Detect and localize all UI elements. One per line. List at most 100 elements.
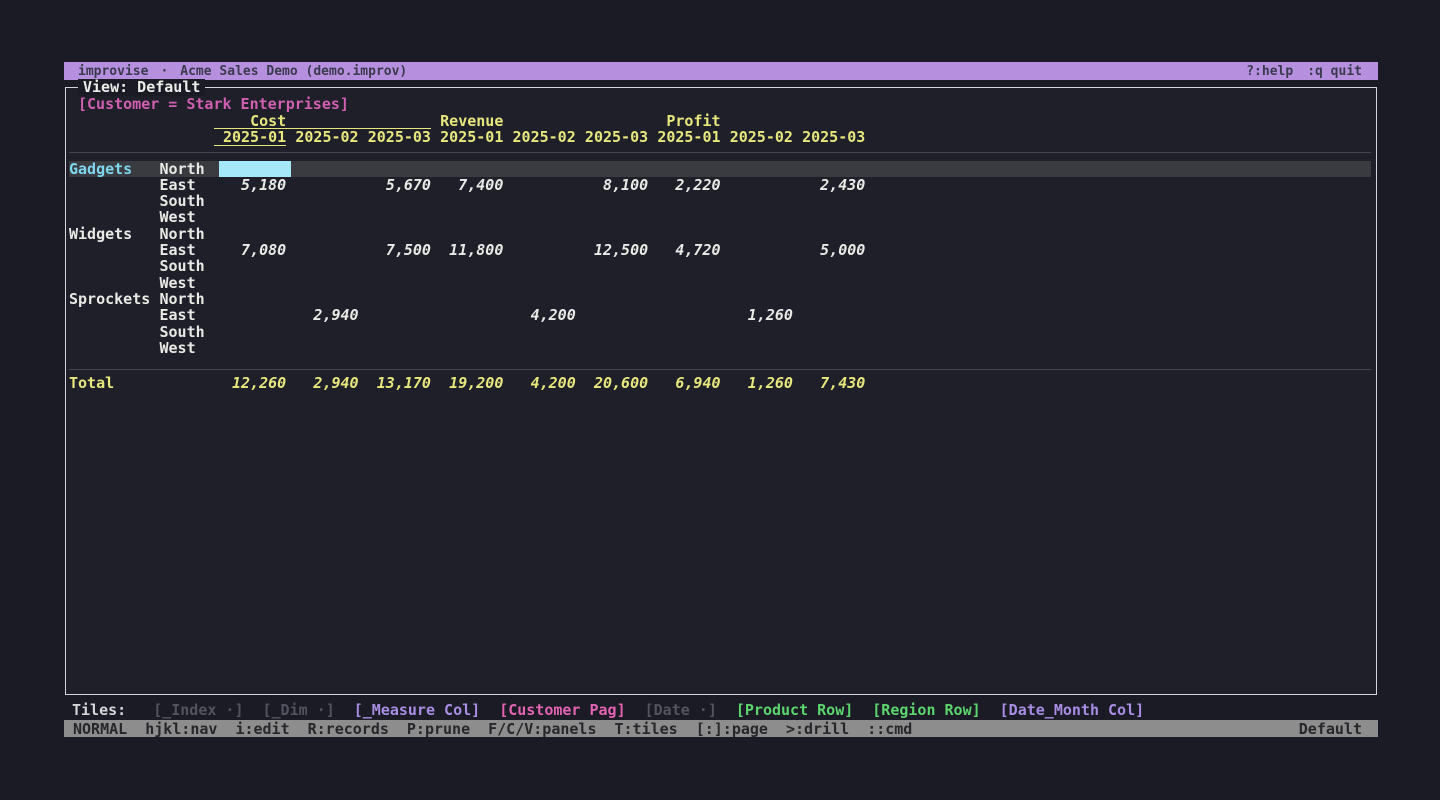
month-header-cell[interactable]: 2025-01: [648, 129, 720, 145]
month-header-cell[interactable]: 2025-03: [359, 129, 431, 145]
value-cell[interactable]: [576, 226, 648, 242]
table-row[interactable]: South: [69, 193, 1371, 209]
value-cell[interactable]: [359, 324, 431, 340]
value-cell[interactable]: [431, 193, 503, 209]
value-cell[interactable]: [359, 226, 431, 242]
value-cell[interactable]: [286, 209, 358, 225]
value-cell[interactable]: [576, 291, 648, 307]
measure-header-revenue[interactable]: Revenue: [431, 113, 648, 129]
value-cell[interactable]: [793, 161, 865, 177]
value-cell[interactable]: [721, 258, 793, 274]
value-cell[interactable]: 5,000: [793, 242, 865, 258]
value-cell[interactable]: [576, 307, 648, 323]
value-cell[interactable]: [793, 291, 865, 307]
value-cell[interactable]: 2,430: [793, 177, 865, 193]
value-cell[interactable]: [286, 177, 358, 193]
value-cell[interactable]: [721, 177, 793, 193]
value-cell[interactable]: [286, 161, 358, 177]
value-cell[interactable]: [503, 291, 575, 307]
value-cell[interactable]: [503, 258, 575, 274]
value-cell[interactable]: [648, 193, 720, 209]
value-cell[interactable]: 8,100: [576, 177, 648, 193]
table-row[interactable]: South: [69, 258, 1371, 274]
value-cell[interactable]: 7,400: [431, 177, 503, 193]
value-cell[interactable]: [648, 340, 720, 356]
value-cell[interactable]: [648, 307, 720, 323]
table-row[interactable]: East7,0807,50011,80012,5004,7205,000: [69, 242, 1371, 258]
value-cell[interactable]: [793, 193, 865, 209]
value-cell[interactable]: [431, 209, 503, 225]
value-cell[interactable]: [576, 340, 648, 356]
value-cell[interactable]: [214, 275, 286, 291]
value-cell[interactable]: [648, 226, 720, 242]
value-cell[interactable]: 12,500: [576, 242, 648, 258]
value-cell[interactable]: [214, 291, 286, 307]
table-row[interactable]: GadgetsNorth: [69, 161, 1371, 177]
value-cell[interactable]: [286, 242, 358, 258]
value-cell[interactable]: [286, 226, 358, 242]
tile-datemonthcol[interactable]: [Date_Month Col]: [1000, 701, 1145, 719]
value-cell[interactable]: 2,220: [648, 177, 720, 193]
value-cell[interactable]: [576, 209, 648, 225]
value-cell[interactable]: [793, 307, 865, 323]
month-header-cell[interactable]: 2025-02: [286, 129, 358, 145]
value-cell[interactable]: [359, 307, 431, 323]
table-row[interactable]: SprocketsNorth: [69, 291, 1371, 307]
month-header-cell[interactable]: 2025-03: [576, 129, 648, 145]
value-cell[interactable]: [503, 242, 575, 258]
value-cell[interactable]: [503, 275, 575, 291]
value-cell[interactable]: [648, 258, 720, 274]
month-header-cell[interactable]: 2025-01: [214, 129, 286, 145]
value-cell[interactable]: 7,500: [359, 242, 431, 258]
value-cell[interactable]: [286, 275, 358, 291]
tile-dim[interactable]: [_Dim ·]: [263, 701, 335, 719]
value-cell[interactable]: [286, 324, 358, 340]
value-cell[interactable]: [648, 275, 720, 291]
table-row[interactable]: East5,1805,6707,4008,1002,2202,430: [69, 177, 1371, 193]
value-cell[interactable]: [648, 209, 720, 225]
value-cell[interactable]: [721, 324, 793, 340]
table-row[interactable]: WidgetsNorth: [69, 226, 1371, 242]
value-cell[interactable]: 1,260: [721, 307, 793, 323]
value-cell[interactable]: [793, 226, 865, 242]
value-cell[interactable]: [793, 258, 865, 274]
tile-date[interactable]: [Date ·]: [645, 701, 717, 719]
value-cell[interactable]: [503, 193, 575, 209]
value-cell[interactable]: [721, 209, 793, 225]
value-cell[interactable]: [214, 209, 286, 225]
selected-cell[interactable]: [219, 161, 291, 177]
value-cell[interactable]: [431, 226, 503, 242]
value-cell[interactable]: [503, 340, 575, 356]
tile-measurecol[interactable]: [_Measure Col]: [354, 701, 480, 719]
month-header-cell[interactable]: 2025-02: [503, 129, 575, 145]
value-cell[interactable]: 4,720: [648, 242, 720, 258]
value-cell[interactable]: [721, 340, 793, 356]
value-cell[interactable]: [431, 161, 503, 177]
value-cell[interactable]: 5,670: [359, 177, 431, 193]
value-cell[interactable]: [431, 324, 503, 340]
value-cell[interactable]: [359, 275, 431, 291]
value-cell[interactable]: [721, 275, 793, 291]
value-cell[interactable]: [214, 258, 286, 274]
value-cell[interactable]: [721, 291, 793, 307]
table-row[interactable]: East2,9404,2001,260: [69, 307, 1371, 323]
value-cell[interactable]: [214, 193, 286, 209]
value-cell[interactable]: 2,940: [286, 307, 358, 323]
value-cell[interactable]: [721, 161, 793, 177]
value-cell[interactable]: 4,200: [503, 307, 575, 323]
value-cell[interactable]: [503, 226, 575, 242]
value-cell[interactable]: [721, 226, 793, 242]
table-row[interactable]: West: [69, 209, 1371, 225]
value-cell[interactable]: 11,800: [431, 242, 503, 258]
value-cell[interactable]: [503, 209, 575, 225]
value-cell[interactable]: [793, 340, 865, 356]
value-cell[interactable]: [431, 340, 503, 356]
value-cell[interactable]: [286, 340, 358, 356]
value-cell[interactable]: [286, 193, 358, 209]
value-cell[interactable]: [431, 275, 503, 291]
value-cell[interactable]: [648, 161, 720, 177]
tile-productrow[interactable]: [Product Row]: [736, 701, 853, 719]
value-cell[interactable]: [503, 161, 575, 177]
value-cell[interactable]: [503, 177, 575, 193]
value-cell[interactable]: [576, 193, 648, 209]
